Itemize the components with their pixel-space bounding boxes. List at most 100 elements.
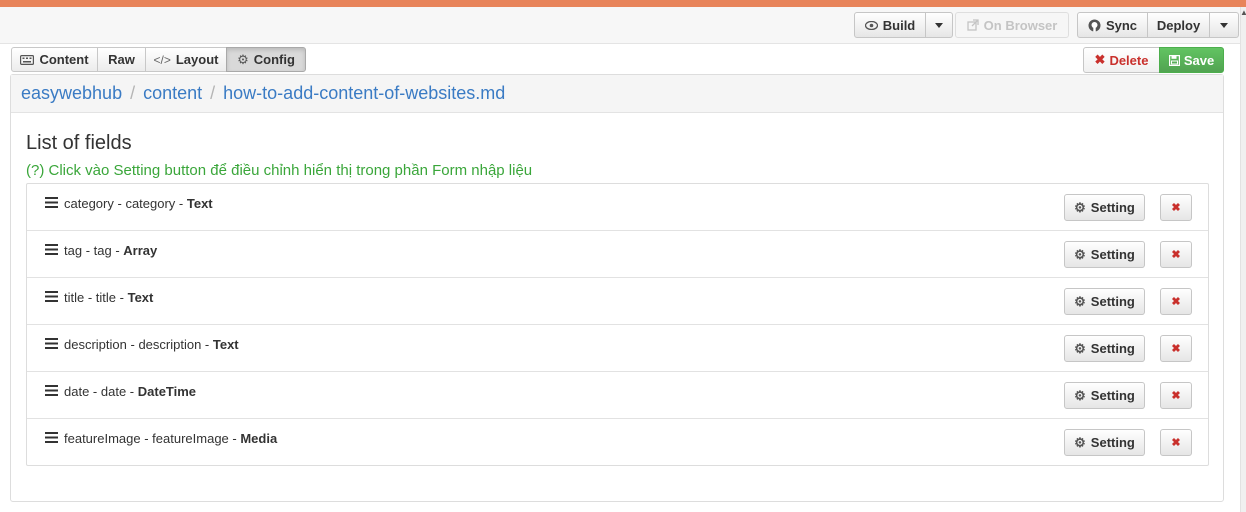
field-label: title - title - Text	[64, 290, 153, 305]
field-row[interactable]: featureImage - featureImage - Media ⚙ Sett…	[27, 419, 1208, 466]
setting-label: Setting	[1090, 435, 1135, 450]
build-dropdown-button[interactable]	[925, 12, 953, 38]
field-type: Text	[186, 196, 213, 211]
close-icon: ✖	[1094, 52, 1106, 67]
field-row[interactable]: category - category - Text ⚙ Setting ✖	[27, 184, 1208, 231]
field-row[interactable]: date - date - DateTime ⚙ Setting ✖	[27, 372, 1208, 419]
breadcrumb: easywebhub / content / how-to-add-conten…	[11, 75, 1223, 113]
breadcrumb-item-site[interactable]: easywebhub	[21, 83, 122, 104]
breadcrumb-item-folder[interactable]: content	[143, 83, 202, 104]
setting-label: Setting	[1090, 341, 1135, 356]
top-toolbar: Build On Browser Sync Deploy	[0, 7, 1240, 44]
chevron-down-icon	[1220, 22, 1228, 28]
code-icon: </>	[153, 52, 171, 67]
save-button[interactable]: Save	[1159, 47, 1224, 73]
field-key: title	[95, 290, 117, 305]
list-title: List of fields	[26, 132, 132, 154]
tab-raw[interactable]: Raw	[97, 47, 146, 72]
field-separator: -	[126, 337, 139, 352]
tab-layout[interactable]: </> Layout	[145, 47, 227, 72]
drag-handle-icon[interactable]	[45, 197, 58, 208]
sync-button[interactable]: Sync	[1077, 12, 1148, 38]
close-icon: ✖	[1171, 296, 1181, 308]
delete-label: Delete	[1109, 52, 1149, 68]
field-row[interactable]: title - title - Text ⚙ Setting ✖	[27, 278, 1208, 325]
setting-button[interactable]: ⚙ Setting	[1064, 382, 1145, 409]
field-name: featureImage	[64, 431, 141, 446]
field-key: date	[100, 384, 127, 399]
tab-config[interactable]: ⚙ Config	[226, 47, 306, 72]
field-key: featureImage	[152, 431, 229, 446]
field-row[interactable]: description - description - Text ⚙ Setting…	[27, 325, 1208, 372]
delete-button[interactable]: ✖ Delete	[1083, 47, 1160, 73]
help-hint: (?) Click vào Setting button để điều chỉ…	[26, 162, 533, 179]
setting-button[interactable]: ⚙ Setting	[1064, 429, 1145, 456]
on-browser-button[interactable]: On Browser	[955, 12, 1069, 38]
vertical-scrollbar[interactable]	[1240, 7, 1246, 512]
field-label: date - date - DateTime	[64, 384, 196, 399]
gear-icon: ⚙	[1074, 246, 1086, 262]
field-separator: -	[84, 290, 96, 305]
remove-field-button[interactable]: ✖	[1160, 382, 1192, 409]
save-label: Save	[1183, 52, 1215, 68]
drag-handle-icon[interactable]	[45, 432, 58, 443]
field-separator: -	[175, 196, 187, 211]
field-name: title	[64, 290, 85, 305]
remove-field-button[interactable]: ✖	[1160, 429, 1192, 456]
field-separator: -	[111, 243, 124, 258]
setting-button[interactable]: ⚙ Setting	[1064, 241, 1145, 268]
field-type: DateTime	[137, 384, 197, 399]
gear-icon: ⚙	[1074, 387, 1086, 403]
setting-label: Setting	[1090, 200, 1135, 215]
field-type: Text	[127, 290, 154, 305]
gear-icon: ⚙	[1074, 434, 1086, 450]
field-separator: -	[89, 384, 101, 399]
setting-label: Setting	[1090, 294, 1135, 309]
setting-button[interactable]: ⚙ Setting	[1064, 335, 1145, 362]
field-separator: -	[126, 384, 138, 399]
setting-label: Setting	[1090, 247, 1135, 262]
build-button[interactable]: Build	[854, 12, 926, 38]
gear-icon: ⚙	[1074, 199, 1086, 215]
drag-handle-icon[interactable]	[45, 244, 58, 255]
external-link-icon	[967, 19, 979, 31]
setting-button[interactable]: ⚙ Setting	[1064, 194, 1145, 221]
field-name: tag	[64, 243, 83, 258]
close-icon: ✖	[1171, 437, 1181, 449]
gear-icon: ⚙	[1074, 293, 1086, 309]
tab-content[interactable]: Content	[11, 47, 98, 72]
field-name: description	[64, 337, 127, 352]
scroll-up-arrow-icon[interactable]: ▲	[1240, 9, 1246, 17]
setting-button[interactable]: ⚙ Setting	[1064, 288, 1145, 315]
field-key: tag	[93, 243, 112, 258]
setting-label: Setting	[1090, 388, 1135, 403]
field-label: featureImage - featureImage - Media	[64, 431, 277, 446]
breadcrumb-item-file[interactable]: how-to-add-content-of-websites.md	[223, 83, 505, 104]
drag-handle-icon[interactable]	[45, 291, 58, 302]
remove-field-button[interactable]: ✖	[1160, 241, 1192, 268]
remove-field-button[interactable]: ✖	[1160, 335, 1192, 362]
field-label: category - category - Text	[64, 196, 213, 211]
remove-field-button[interactable]: ✖	[1160, 194, 1192, 221]
window-top-stripe	[0, 0, 1246, 7]
field-name: date	[64, 384, 90, 399]
remove-field-button[interactable]: ✖	[1160, 288, 1192, 315]
build-label: Build	[882, 17, 916, 33]
drag-handle-icon[interactable]	[45, 338, 58, 349]
drag-handle-icon[interactable]	[45, 385, 58, 396]
field-key: description	[138, 337, 202, 352]
deploy-button[interactable]: Deploy	[1147, 12, 1210, 38]
deploy-dropdown-button[interactable]	[1209, 12, 1239, 38]
breadcrumb-separator: /	[130, 83, 136, 103]
field-row[interactable]: tag - tag - Array ⚙ Setting ✖	[27, 231, 1208, 278]
eye-icon	[864, 20, 878, 30]
keyboard-icon	[20, 54, 35, 65]
field-separator: -	[113, 196, 126, 211]
chevron-down-icon	[935, 22, 943, 28]
field-label: tag - tag - Array	[64, 243, 157, 258]
tab-layout-label: Layout	[175, 52, 219, 67]
close-icon: ✖	[1171, 343, 1181, 355]
deploy-label: Deploy	[1156, 17, 1201, 33]
field-type: Text	[212, 337, 239, 352]
close-icon: ✖	[1171, 249, 1181, 261]
